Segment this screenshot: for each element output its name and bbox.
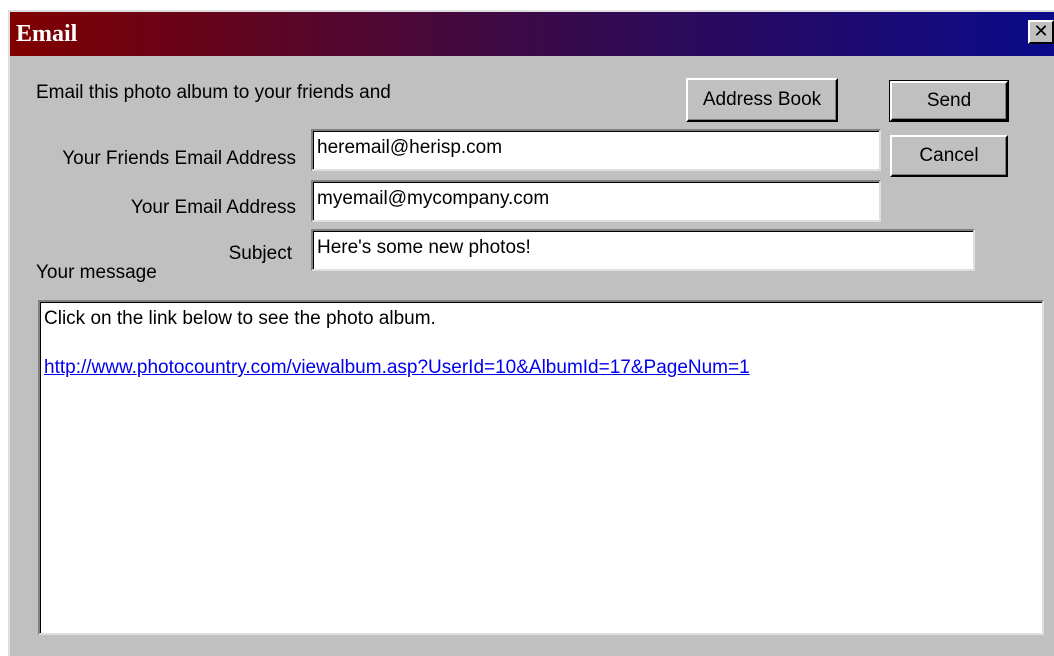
subject-field[interactable]: Here's some new photos! [311,229,975,271]
address-book-button[interactable]: Address Book [686,78,838,122]
message-label: Your message [36,262,157,283]
message-textarea[interactable]: Click on the link below to see the photo… [38,300,1044,635]
email-dialog: Email ✕ Email this photo album to your f… [8,10,1054,656]
cancel-button[interactable]: Cancel [890,135,1008,177]
friends-email-label: Your Friends Email Address [62,148,296,169]
intro-text: Email this photo album to your friends a… [36,82,391,103]
send-button[interactable]: Send [889,80,1009,122]
close-button[interactable]: ✕ [1028,20,1054,44]
window-title: Email [16,21,78,47]
message-line-1: Click on the link below to see the photo… [44,308,436,329]
your-email-label: Your Email Address [130,197,296,218]
album-link[interactable]: http://www.photocountry.com/viewalbum.as… [44,357,750,379]
title-bar[interactable]: Email ✕ [10,12,1054,56]
close-icon: ✕ [1033,21,1049,42]
your-email-field[interactable]: myemail@mycompany.com [311,180,881,222]
friends-email-field[interactable]: heremail@herisp.com [311,129,881,171]
subject-value: Here's some new photos! [317,237,531,258]
friends-email-value: heremail@herisp.com [317,137,503,158]
your-email-value: myemail@mycompany.com [317,188,550,209]
